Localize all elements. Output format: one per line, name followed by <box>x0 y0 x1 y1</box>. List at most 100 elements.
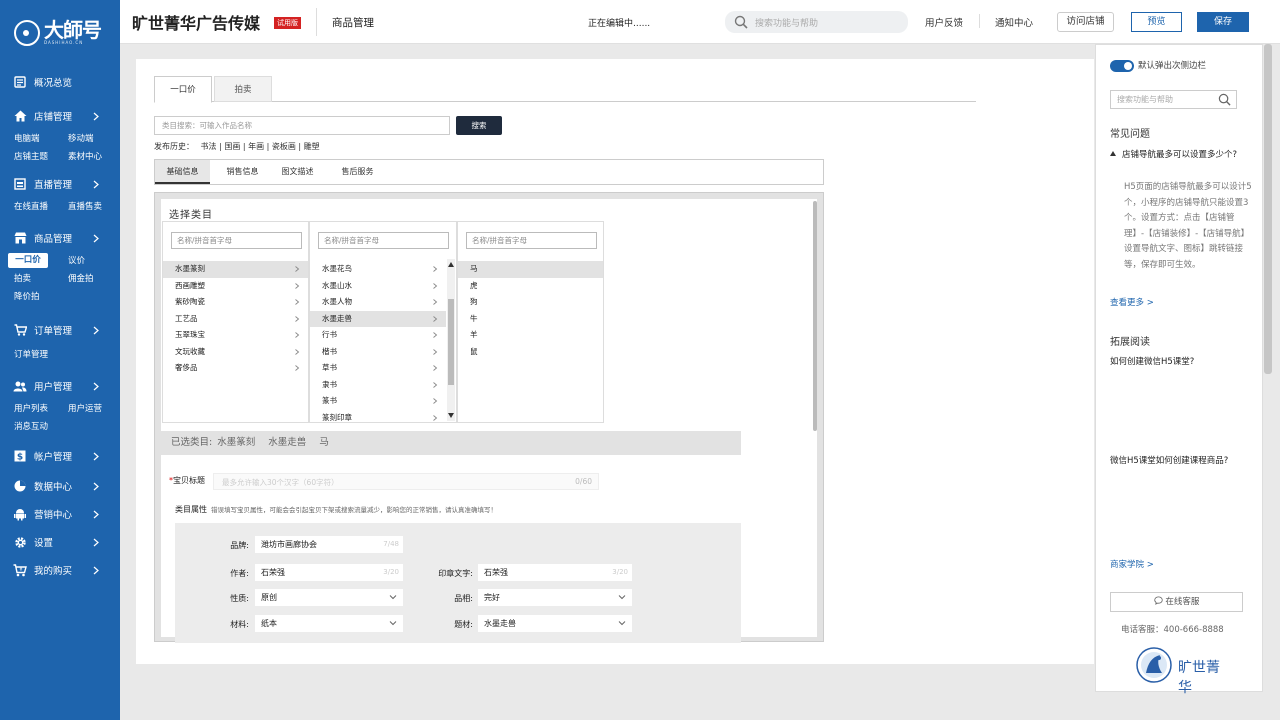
nature-select[interactable]: 原创 <box>255 589 403 606</box>
column-search-input[interactable]: 名称/拼音首字母 <box>466 232 597 249</box>
submenu-messages[interactable]: 消息互动 <box>14 418 68 436</box>
list-item[interactable]: 草书 <box>310 360 446 377</box>
menu-shop[interactable]: 店铺管理 <box>0 102 120 130</box>
academy-link[interactable]: 商家学院 > <box>1110 558 1154 570</box>
more-faq-link[interactable]: 查看更多 > <box>1110 296 1154 308</box>
list-item[interactable]: 马 <box>458 261 603 278</box>
menu-users[interactable]: 用户管理 <box>0 372 120 400</box>
submenu-live-sale[interactable]: 直播售卖 <box>68 198 122 216</box>
scroll-thumb[interactable] <box>448 299 454 385</box>
category-column-2: 名称/拼音首字母 水墨花鸟 水墨山水 水墨人物 水墨走兽 行书 楷书 草书 隶书… <box>309 221 457 423</box>
list-item[interactable]: 玉翠珠宝 <box>163 327 308 344</box>
list-item[interactable]: 狗 <box>458 294 603 311</box>
notices-link[interactable]: 通知中心 <box>995 15 1033 29</box>
search-button[interactable]: 搜索 <box>456 116 502 135</box>
category-search-input[interactable]: 类目搜索：可输入作品名称 <box>154 116 450 135</box>
top-search-input[interactable]: 搜索功能与帮助 <box>725 11 908 33</box>
scroll-up-icon[interactable] <box>448 262 454 267</box>
list-item[interactable]: 牛 <box>458 311 603 328</box>
submenu-auction[interactable]: 拍卖 <box>14 270 68 288</box>
subtab-basic-info[interactable]: 基础信息 <box>155 160 210 184</box>
submenu-pc[interactable]: 电脑端 <box>14 130 68 148</box>
list-item[interactable]: 工艺品 <box>163 311 308 328</box>
subtab-sales-info[interactable]: 销售信息 <box>215 160 270 184</box>
list-item[interactable]: 水墨人物 <box>310 294 446 311</box>
visit-shop-button[interactable]: 访问店铺 <box>1057 12 1114 32</box>
submenu-order-list[interactable]: 订单管理 <box>0 346 120 364</box>
history-item[interactable]: 瓷板画 <box>272 142 296 151</box>
submenu-dutch-auction[interactable]: 降价拍 <box>14 288 68 306</box>
list-item[interactable]: 虎 <box>458 278 603 295</box>
menu-account[interactable]: $ 帐户管理 <box>0 442 120 470</box>
list-item[interactable]: 水墨山水 <box>310 278 446 295</box>
list-item[interactable]: 水墨篆刻 <box>163 261 308 278</box>
submenu-materials[interactable]: 素材中心 <box>68 148 122 166</box>
preview-button[interactable]: 预览 <box>1131 12 1182 32</box>
material-select[interactable]: 纸本 <box>255 615 403 632</box>
submenu-commission-auction[interactable]: 佣金拍 <box>68 270 122 288</box>
feedback-link[interactable]: 用户反馈 <box>925 15 963 29</box>
tab-fixed-price[interactable]: 一口价 <box>154 76 212 103</box>
menu-live[interactable]: 直播管理 <box>0 170 120 198</box>
column-search-input[interactable]: 名称/拼音首字母 <box>171 232 302 249</box>
list-item[interactable]: 鼠 <box>458 344 603 361</box>
selected-path-item: 马 <box>319 437 329 448</box>
seal-input[interactable]: 石荣强 3/20 <box>478 564 632 581</box>
column-scrollbar[interactable] <box>447 259 455 421</box>
search-icon[interactable] <box>1218 93 1231 112</box>
list-item[interactable]: 羊 <box>458 327 603 344</box>
help-scrollbar[interactable] <box>1264 44 1272 374</box>
menu-purchases[interactable]: ¥ 我的购买 <box>0 556 120 584</box>
list-item[interactable]: 行书 <box>310 327 446 344</box>
scroll-down-icon[interactable] <box>448 413 454 418</box>
chevron-right-icon <box>433 381 438 388</box>
list-item[interactable]: 隶书 <box>310 377 446 394</box>
menu-marketing[interactable]: 营销中心 <box>0 500 120 528</box>
history-item[interactable]: 书法 <box>201 142 217 151</box>
menu-data[interactable]: 数据中心 <box>0 472 120 500</box>
logo[interactable]: 大師号 DASHIHAO.CN <box>0 0 120 66</box>
tab-auction[interactable]: 拍卖 <box>214 76 272 102</box>
history-item[interactable]: 雕塑 <box>304 142 320 151</box>
menu-settings[interactable]: 设置 <box>0 528 120 556</box>
faq-question[interactable]: 店铺导航最多可以设置多少个? <box>1110 148 1250 162</box>
subtab-after-sales[interactable]: 售后服务 <box>330 160 385 184</box>
product-title-input[interactable]: 最多允许输入30个汉字（60字符） 0/60 <box>213 473 599 490</box>
list-item[interactable]: 水墨走兽 <box>310 310 446 327</box>
list-item[interactable]: 西画雕塑 <box>163 278 308 295</box>
menu-goods[interactable]: 商品管理 <box>0 224 120 252</box>
help-search-input[interactable]: 搜索功能与帮助 <box>1110 90 1237 109</box>
save-button[interactable]: 保存 <box>1197 12 1249 32</box>
history-item[interactable]: 国画 <box>224 142 240 151</box>
subject-select[interactable]: 水墨走兽 <box>478 615 632 632</box>
list-item[interactable]: 篆书 <box>310 393 446 410</box>
submenu-online-live[interactable]: 在线直播 <box>14 198 68 216</box>
brand-input[interactable]: 潍坊市画廊协会 7/48 <box>255 536 403 553</box>
menu-orders[interactable]: 订单管理 <box>0 316 120 344</box>
condition-select[interactable]: 完好 <box>478 589 632 606</box>
list-item[interactable]: 文玩收藏 <box>163 344 308 361</box>
author-input[interactable]: 石荣强 3/20 <box>255 564 403 581</box>
list-item[interactable]: 紫砂陶瓷 <box>163 294 308 311</box>
menu-overview[interactable]: 概况总览 <box>0 68 120 96</box>
list-item[interactable]: 水墨花鸟 <box>310 261 446 278</box>
submenu-negotiate[interactable]: 议价 <box>68 252 122 270</box>
list-item[interactable]: 篆刻印章 <box>310 410 446 427</box>
form-scrollbar[interactable] <box>813 201 817 431</box>
history-item[interactable]: 年画 <box>248 142 264 151</box>
submenu-theme[interactable]: 店铺主题 <box>14 148 68 166</box>
topbar: 旷世菁华广告传媒 试用版 商品管理 正在编辑中...... 搜索功能与帮助 用户… <box>120 0 1280 44</box>
submenu-mobile[interactable]: 移动端 <box>68 130 122 148</box>
list-item[interactable]: 楷书 <box>310 344 446 361</box>
extended-reading-link[interactable]: 微信H5课堂如何创建课程商品? <box>1110 454 1228 466</box>
auto-popup-toggle[interactable] <box>1110 60 1134 72</box>
subtab-description[interactable]: 图文描述 <box>270 160 325 184</box>
submenu-user-ops[interactable]: 用户运营 <box>68 400 122 418</box>
submenu-fixed-price[interactable]: 一口价 <box>8 253 48 268</box>
extended-reading-link[interactable]: 如何创建微信H5课堂? <box>1110 355 1194 367</box>
column-search-input[interactable]: 名称/拼音首字母 <box>318 232 449 249</box>
list-item[interactable]: 奢侈品 <box>163 360 308 377</box>
divider <box>316 8 317 36</box>
submenu-user-list[interactable]: 用户列表 <box>14 400 68 418</box>
online-service-button[interactable]: 在线客服 <box>1110 592 1243 612</box>
